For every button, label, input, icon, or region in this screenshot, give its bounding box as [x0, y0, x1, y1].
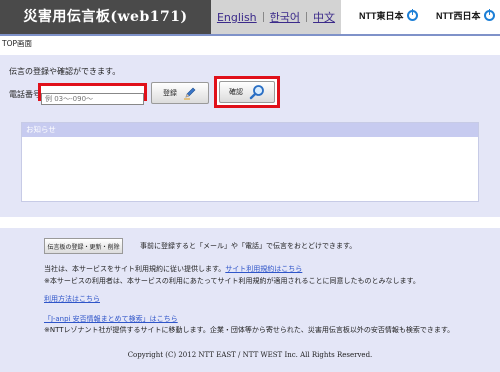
- janpi-link[interactable]: 「J-anpi 安否情報まとめて検索」はこちら: [44, 315, 178, 323]
- lang-korean-link[interactable]: 한국어: [270, 9, 300, 25]
- app-title: 災害用伝言板(web171): [0, 0, 211, 34]
- power-ring-icon: [406, 9, 418, 21]
- usage-link[interactable]: 利用方法はこちら: [44, 295, 100, 303]
- notice-heading: お知らせ: [22, 123, 478, 137]
- notice-box: お知らせ: [21, 122, 479, 202]
- pencil-icon: [184, 87, 196, 100]
- lang-separator: [262, 12, 264, 22]
- janpi-line: 「J-anpi 安否情報まとめて検索」はこちら: [44, 314, 178, 324]
- phone-number-input[interactable]: [41, 93, 144, 105]
- terms-line: 当社は、本サービスをサイト利用規約に従い提供します。サイト利用規約はこちら: [44, 264, 302, 274]
- message-board-register-button[interactable]: 伝言板の登録・更新・削除: [44, 238, 123, 254]
- terms-link[interactable]: サイト利用規約はこちら: [225, 265, 302, 273]
- confirm-button-label: 確認: [229, 88, 243, 96]
- header-divider: [0, 34, 500, 36]
- language-switcher: English 한국어 中文: [211, 0, 341, 34]
- usage-line: 利用方法はこちら: [44, 294, 100, 304]
- copyright: Copyright (C) 2012 NTT EAST / NTT WEST I…: [127, 351, 373, 359]
- magnifier-icon: [249, 85, 264, 100]
- breadcrumb: TOP画面: [2, 39, 33, 48]
- lang-separator: [306, 12, 308, 22]
- power-ring-icon: [483, 9, 495, 21]
- ntt-east-logo-text: NTT東日本: [359, 11, 404, 21]
- terms-note: ※本サービスの利用者は、本サービスの利用にあたってサイト利用規約が適用されること…: [44, 277, 420, 285]
- register-button[interactable]: 登録: [151, 82, 209, 104]
- confirm-button[interactable]: 確認: [219, 81, 275, 103]
- register-description: 事前に登録すると「メール」や「電話」で伝言をおとどけできます。: [140, 242, 357, 250]
- ntt-east-logo: NTT東日本: [359, 9, 418, 22]
- lang-chinese-link[interactable]: 中文: [313, 9, 335, 25]
- janpi-note: ※NTTレゾナント社が提供するサイトに移動します。企業・団体等から寄せられた、災…: [44, 326, 455, 334]
- terms-text: 当社は、本サービスをサイト利用規約に従い提供します。: [44, 265, 226, 273]
- intro-text: 伝言の登録や確認ができます。: [9, 67, 121, 76]
- phone-label: 電話番号: [9, 90, 41, 99]
- header: 災害用伝言板(web171) English 한국어 中文 NTT東日本 NTT…: [0, 0, 500, 34]
- phone-input-highlight: [38, 83, 147, 105]
- lang-english-link[interactable]: English: [217, 11, 257, 24]
- ntt-west-logo-text: NTT西日本: [436, 11, 481, 21]
- register-button-label: 登録: [163, 89, 177, 97]
- ntt-west-logo: NTT西日本: [436, 9, 495, 22]
